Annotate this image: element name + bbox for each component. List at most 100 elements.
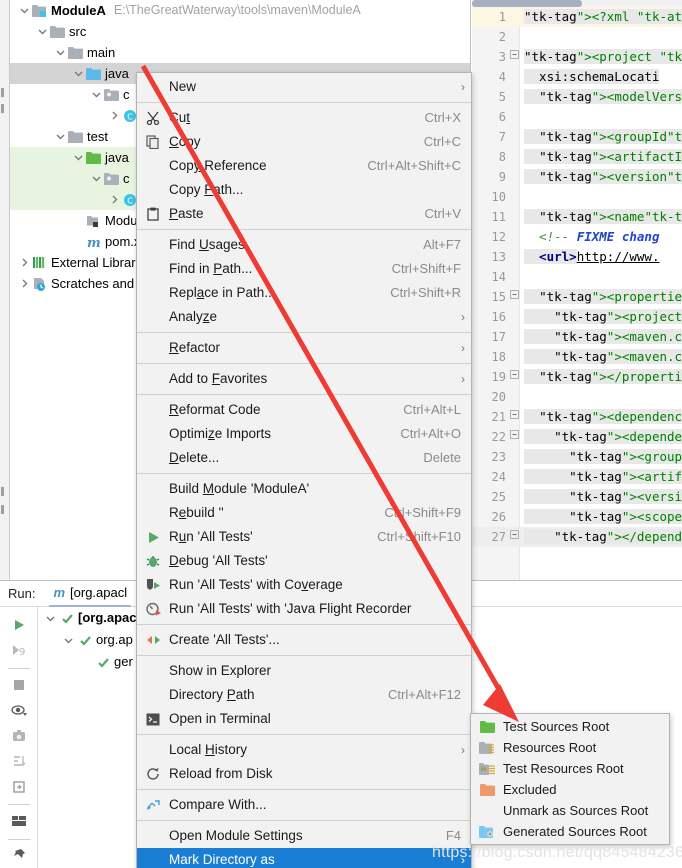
pin-icon[interactable]	[6, 844, 32, 867]
editor-line[interactable]: 19 "tk-tag"></properties"tk-tag">>	[472, 367, 682, 387]
submenu-item-test-sources-root[interactable]: Test Sources Root	[471, 716, 669, 737]
editor-line[interactable]: 14	[472, 267, 682, 287]
menu-item-run-all-tests[interactable]: Run 'All Tests' Ctrl+Shift+F10	[137, 525, 471, 549]
editor-horizontal-scrollbar[interactable]	[472, 0, 682, 7]
menu-item-build-module-modulea[interactable]: Build Module 'ModuleA'	[137, 477, 471, 501]
menu-item-cut[interactable]: Cut Ctrl+X	[137, 106, 471, 130]
menu-item-analyze[interactable]: Analyze ›	[137, 305, 471, 329]
editor-line[interactable]: 2	[472, 27, 682, 47]
chevron-down-icon[interactable]	[42, 614, 58, 623]
editor-line[interactable]: 10	[472, 187, 682, 207]
rerun-failed-icon[interactable]: 9	[6, 638, 32, 661]
fold-toggle-icon[interactable]	[508, 47, 520, 67]
editor-line[interactable]: 6	[472, 107, 682, 127]
editor-line[interactable]: 7 "tk-tag"><groupId"tk-tag">>com.ssx	[472, 127, 682, 147]
submenu-item-excluded[interactable]: Excluded	[471, 779, 669, 800]
menu-item-debug-all-tests[interactable]: Debug 'All Tests'	[137, 549, 471, 573]
editor-line[interactable]: 27 "tk-tag"></dependency"tk-tag">>	[472, 527, 682, 547]
menu-item-find-usages[interactable]: Find Usages Alt+F7	[137, 233, 471, 257]
show-passed-icon[interactable]	[6, 698, 32, 721]
menu-item-directory-path[interactable]: Directory Path Ctrl+Alt+F12	[137, 683, 471, 707]
export-icon[interactable]	[6, 724, 32, 747]
menu-item-open-in-terminal[interactable]: Open in Terminal	[137, 707, 471, 731]
chevron-right-icon[interactable]	[108, 189, 121, 210]
run-tab[interactable]: m [org.apacl	[49, 581, 132, 607]
editor-line[interactable]: 17 "tk-tag"><maven.compile	[472, 327, 682, 347]
menu-item-compare-with[interactable]: Compare With...	[137, 793, 471, 817]
editor-line[interactable]: 16 "tk-tag"><project.build	[472, 307, 682, 327]
chevron-down-icon[interactable]	[18, 0, 31, 21]
menu-item-paste[interactable]: Paste Ctrl+V	[137, 202, 471, 226]
editor-line[interactable]: 5 "tk-tag"><modelVersion"tk-tag">>4.	[472, 87, 682, 107]
editor-line[interactable]: 18 "tk-tag"><maven.compile	[472, 347, 682, 367]
mark-directory-as-submenu[interactable]: Test Sources Root Resources Root Test Reso…	[470, 713, 670, 845]
menu-item-optimize-imports[interactable]: Optimize Imports Ctrl+Alt+O	[137, 422, 471, 446]
menu-item-add-to-favorites[interactable]: Add to Favorites ›	[137, 367, 471, 391]
menu-item-replace-in-path[interactable]: Replace in Path... Ctrl+Shift+R	[137, 281, 471, 305]
chevron-right-icon[interactable]	[18, 252, 31, 273]
context-menu[interactable]: New › Cut Ctrl+X Copy Ctrl+C Copy Reference Ctr…	[136, 72, 472, 868]
menu-item-copy-reference[interactable]: Copy Reference Ctrl+Alt+Shift+C	[137, 154, 471, 178]
editor-line[interactable]: 21 "tk-tag"><dependencies"tk-tag">>	[472, 407, 682, 427]
menu-item-mark-directory-as[interactable]: Mark Directory as ›	[137, 848, 471, 868]
fold-toggle-icon[interactable]	[508, 527, 520, 547]
editor-line[interactable]: 24 "tk-tag"><artifactId"tk-tag">>	[472, 467, 682, 487]
chevron-down-icon[interactable]	[90, 84, 103, 105]
editor-line[interactable]: 3 "tk-tag"><project "tk-attr">xmlns="ht	[472, 47, 682, 67]
fold-toggle-icon[interactable]	[508, 287, 520, 307]
chevron-down-icon[interactable]	[72, 147, 85, 168]
menu-item-copy-path[interactable]: Copy Path...	[137, 178, 471, 202]
tree-row[interactable]: ModuleA E:\TheGreatWaterway\tools\maven\M…	[10, 0, 470, 21]
menu-item-run-all-tests-with-coverage[interactable]: Run 'All Tests' with Coverage	[137, 573, 471, 597]
run-icon[interactable]	[6, 613, 32, 636]
menu-item-new[interactable]: New ›	[137, 75, 471, 99]
editor-line[interactable]: 13 <url>http://www.	[472, 247, 682, 267]
run-toolbar[interactable]: 9	[0, 607, 38, 868]
menu-item-create-all-tests[interactable]: Create 'All Tests'...	[137, 628, 471, 652]
editor-line[interactable]: 22 "tk-tag"><dependency"tk-tag">>	[472, 427, 682, 447]
menu-item-rebuild-default[interactable]: Rebuild '' Ctrl+Shift+F9	[137, 501, 471, 525]
editor-line[interactable]: 4 xsi:schemaLocati	[472, 67, 682, 87]
menu-item-show-in-explorer[interactable]: Show in Explorer	[137, 659, 471, 683]
menu-item-local-history[interactable]: Local History ›	[137, 738, 471, 762]
menu-item-delete[interactable]: Delete... Delete	[137, 446, 471, 470]
submenu-item-resources-root[interactable]: Resources Root	[471, 737, 669, 758]
chevron-down-icon[interactable]	[54, 42, 67, 63]
menu-item-find-in-path[interactable]: Find in Path... Ctrl+Shift+F	[137, 257, 471, 281]
menu-item-copy[interactable]: Copy Ctrl+C	[137, 130, 471, 154]
tree-row[interactable]: src	[10, 21, 470, 42]
menu-item-reload-from-disk[interactable]: Reload from Disk	[137, 762, 471, 786]
chevron-down-icon[interactable]	[90, 168, 103, 189]
fold-toggle-icon[interactable]	[508, 427, 520, 447]
code-editor[interactable]: 1"tk-tag"><?xml "tk-attr">version="1.023…	[472, 0, 682, 580]
stop-icon[interactable]	[6, 673, 32, 696]
editor-line[interactable]: 11 "tk-tag"><name"tk-tag">>ModuleA"tk-ta…	[472, 207, 682, 227]
chevron-down-icon[interactable]	[60, 636, 76, 645]
editor-line[interactable]: 12 <!-- FIXME chang	[472, 227, 682, 247]
chevron-right-icon[interactable]	[18, 273, 31, 294]
tree-row[interactable]: main	[10, 42, 470, 63]
menu-item-refactor[interactable]: Refactor ›	[137, 336, 471, 360]
submenu-item-generated-sources-root[interactable]: Generated Sources Root	[471, 821, 669, 842]
menu-item-run-all-tests-with-java-flight-recorder[interactable]: Run 'All Tests' with 'Java Flight Record…	[137, 597, 471, 621]
fold-toggle-icon[interactable]	[508, 367, 520, 387]
sort-icon[interactable]	[6, 749, 32, 772]
chevron-down-icon[interactable]	[36, 21, 49, 42]
editor-line[interactable]: 25 "tk-tag"><version"tk-tag">>4.1	[472, 487, 682, 507]
chevron-down-icon[interactable]	[54, 126, 67, 147]
chevron-right-icon[interactable]	[108, 105, 121, 126]
editor-line[interactable]: 23 "tk-tag"><groupId"tk-tag">>jun	[472, 447, 682, 467]
expand-icon[interactable]	[6, 775, 32, 798]
submenu-item-test-resources-root[interactable]: Test Resources Root	[471, 758, 669, 779]
editor-line[interactable]: 20	[472, 387, 682, 407]
editor-line[interactable]: 1 "tk-tag"><?xml "tk-attr">version="1.0	[472, 7, 682, 27]
editor-line[interactable]: 9 "tk-tag"><version"tk-tag">>1.0-SNA	[472, 167, 682, 187]
submenu-item-unmark-as-sources-root[interactable]: Unmark as Sources Root	[471, 800, 669, 821]
menu-item-open-module-settings[interactable]: Open Module Settings F4	[137, 824, 471, 848]
editor-line[interactable]: 15 "tk-tag"><properties"tk-tag">>	[472, 287, 682, 307]
editor-line[interactable]: 8 "tk-tag"><artifactId"tk-tag">>Modu	[472, 147, 682, 167]
layout-icon[interactable]	[6, 809, 32, 832]
menu-item-reformat-code[interactable]: Reformat Code Ctrl+Alt+L	[137, 398, 471, 422]
editor-line[interactable]: 26 "tk-tag"><scope"tk-tag">>test<	[472, 507, 682, 527]
fold-toggle-icon[interactable]	[508, 407, 520, 427]
